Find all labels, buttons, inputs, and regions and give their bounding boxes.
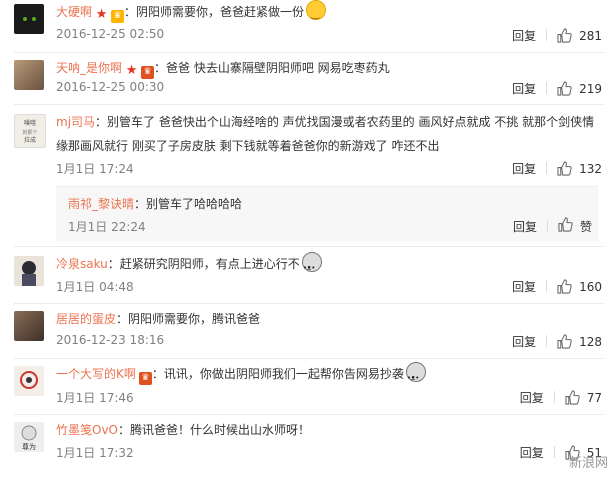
like-button[interactable]: 219 (557, 82, 602, 96)
comment-time: 1月1日 17:46 (56, 391, 134, 405)
thumb-up-icon (557, 334, 572, 349)
comment-item: 一个大写的K啊♛：讯讯，你做出阴阳师我们一起帮你告网易抄袭 1月1日 17:46… (0, 362, 612, 410)
avatar[interactable] (14, 4, 44, 34)
svg-text:尊为: 尊为 (22, 442, 36, 451)
like-button[interactable]: 132 (557, 162, 602, 176)
sub-comment-time: 1月1日 22:24 (68, 220, 146, 234)
like-label: 赞 (579, 220, 592, 234)
reply-button[interactable]: 回复 (512, 160, 536, 177)
like-button[interactable]: 160 (557, 280, 602, 294)
comment-text: ：腾讯爸爸！什么时候出山水师呀！ (118, 423, 311, 437)
like-button[interactable]: 281 (557, 29, 602, 43)
comment-item: 大硬啊★♛：阴阳师需要你，爸爸赶紧做一份 2016-12-25 02:50 回复… (0, 0, 612, 47)
like-count: 160 (579, 280, 602, 294)
avatar[interactable]: 噗嗤 的那个 拉成 (14, 114, 46, 148)
username[interactable]: 竹墨笺OvO (56, 423, 118, 437)
sub-reply: 雨祁_黎诀晴：别管车了哈哈哈哈 1月1日 22:24 回复 赞 (56, 186, 598, 241)
thumb-up-icon (565, 390, 580, 405)
avatar[interactable]: 尊为 (14, 422, 44, 452)
username[interactable]: 居居的蛋皮 (56, 312, 116, 326)
sub-username[interactable]: 雨祁_黎诀晴 (68, 197, 134, 211)
comment-text: ：讯讯，你做出阴阳师我们一起帮你告网易抄袭 (151, 367, 404, 381)
sub-reply-button[interactable]: 回复 (513, 218, 537, 235)
vip-icon: ♛ (111, 10, 125, 23)
reply-button[interactable]: 回复 (512, 333, 536, 350)
comment-item: 尊为 竹墨笺OvO：腾讯爸爸！什么时候出山水师呀！ 1月1日 17:32 回复 5… (0, 418, 612, 477)
like-count: 132 (579, 162, 602, 176)
comment-text: ：爸爸 快去山寨隔壁阴阳师吧 网易吃枣药丸 (154, 61, 390, 75)
username[interactable]: 一个大写的K啊 (56, 367, 136, 381)
comment-text: ：阴阳师需要你，爸爸赶紧做一份 (124, 5, 305, 19)
sub-comment-text: ：别管车了哈哈哈哈 (134, 197, 243, 211)
username[interactable]: 天呐_是你啊 (56, 61, 122, 75)
comment-item: 天呐_是你啊 ★ ♛ ：爸爸 快去山寨隔壁阴阳师吧 网易吃枣药丸 2016-12-25… (0, 56, 612, 104)
reply-button[interactable]: 回复 (512, 27, 536, 44)
avatar[interactable] (14, 311, 44, 341)
avatar[interactable] (14, 366, 44, 396)
emoji-icon (301, 252, 322, 280)
emoji-icon (405, 362, 426, 390)
star-icon: ★ (125, 63, 138, 78)
thumb-up-icon (557, 279, 572, 294)
thumb-up-icon (557, 161, 572, 176)
svg-text:拉成: 拉成 (24, 136, 36, 144)
comment-item: 居居的蛋皮：阴阳师需要你，腾讯爸爸 2016-12-23 18:16 回复 128 (0, 307, 612, 355)
sub-like-button[interactable]: 赞 (558, 218, 592, 235)
star-icon: ★ (95, 7, 108, 22)
svg-text:的那个: 的那个 (22, 129, 37, 136)
emoji-icon (306, 0, 327, 27)
comment-time: 2016-12-23 18:16 (56, 333, 165, 347)
like-button[interactable]: 77 (565, 391, 602, 405)
like-count: 77 (586, 391, 602, 405)
comment-item: 噗嗤的那个 拉成 mj司马：别管车了 爸爸快出个山海经啥的 声优找国漫或者农药里的… (0, 110, 612, 182)
comment-panel: { "comments": [ {"user":"大硬啊","content":… (0, 0, 612, 477)
svg-text:噗嗤: 噗嗤 (24, 119, 36, 127)
avatar[interactable] (14, 256, 44, 286)
comment-time: 2016-12-25 02:50 (56, 27, 165, 41)
reply-button[interactable]: 回复 (520, 389, 544, 406)
comment-time: 1月1日 17:24 (56, 162, 134, 176)
like-count: 281 (579, 29, 602, 43)
reply-button[interactable]: 回复 (512, 80, 536, 97)
thumb-up-icon (557, 28, 572, 43)
comment-text: ：赶紧研究阴阳师，有点上进心行不 (107, 257, 300, 271)
vip-icon: ♛ (138, 372, 152, 385)
thumb-up-icon (557, 81, 572, 96)
comment-text: ：阴阳师需要你，腾讯爸爸 (116, 312, 261, 326)
comment-time: 2016-12-25 00:30 (56, 80, 165, 94)
comment-time: 1月1日 04:48 (56, 280, 134, 294)
watermark: 新浪网 (568, 456, 608, 471)
comment-item: 冷泉saku：赶紧研究阴阳师，有点上进心行不 1月1日 04:48 回复 160 (0, 252, 612, 300)
like-count: 128 (579, 335, 602, 349)
thumb-up-icon (558, 217, 573, 232)
comment-text: ：别管车了 爸爸快出个山海经啥的 声优找国漫或者农药里的 画风好点就成 不挑 就… (56, 115, 595, 153)
username[interactable]: mj司马 (56, 115, 95, 129)
like-count: 219 (579, 82, 602, 96)
username[interactable]: 大硬啊 (56, 5, 92, 19)
comment-time: 1月1日 17:32 (56, 446, 134, 460)
avatar[interactable] (14, 60, 44, 90)
like-button[interactable]: 128 (557, 335, 602, 349)
vip-icon: ♛ (141, 66, 155, 79)
reply-button[interactable]: 回复 (512, 278, 536, 295)
username[interactable]: 冷泉saku (56, 257, 108, 271)
reply-button[interactable]: 回复 (520, 444, 544, 461)
